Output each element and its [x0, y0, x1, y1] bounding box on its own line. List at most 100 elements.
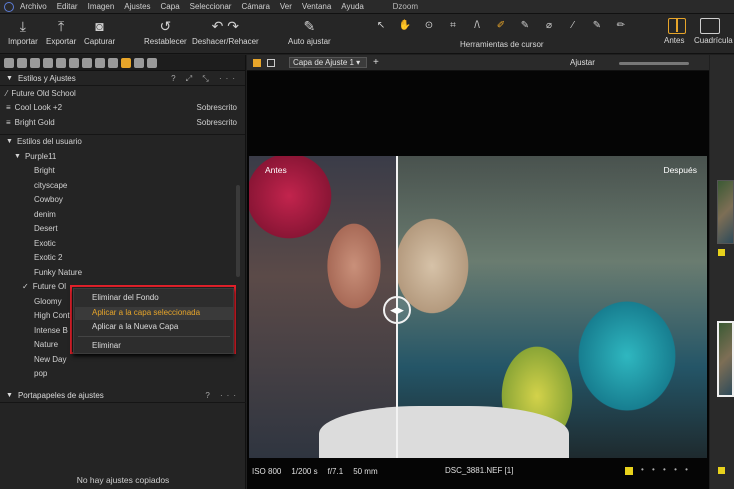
menu-seleccionar[interactable]: Seleccionar [190, 2, 232, 11]
color-tag-icon[interactable] [625, 467, 633, 475]
multi-view-icon[interactable] [267, 58, 275, 67]
style-item[interactable]: Cowboy [0, 193, 245, 208]
before-label: Antes [664, 36, 685, 45]
brush-tool-icon[interactable]: ✐ [491, 19, 511, 33]
filmstrip-thumbnail-selected[interactable] [717, 321, 734, 397]
local-tab-icon[interactable] [82, 57, 92, 68]
details-tab-icon[interactable] [69, 57, 79, 68]
picker-icon[interactable]: ⁄ [563, 19, 583, 33]
styles-panel-header[interactable]: ▼ Estilos y Ajustes ? ⤢ ⤡ ··· [0, 71, 245, 86]
info-tab-icon[interactable] [134, 57, 144, 68]
applied-style-name: Future Old School [11, 88, 76, 98]
single-view-icon[interactable] [253, 58, 261, 67]
annotate-icon[interactable]: ✏ [611, 19, 631, 33]
before-after-icon[interactable] [668, 18, 686, 34]
export-button[interactable]: ⤒ Exportar [46, 18, 76, 46]
style-item[interactable]: Bright [0, 164, 245, 179]
grid-label: Cuadrícula [694, 36, 733, 45]
clipboard-panel-actions[interactable]: ? ··· [205, 391, 240, 400]
styles-tab-icon[interactable] [121, 57, 131, 68]
collapse-caret-icon[interactable]: ▼ [6, 75, 13, 82]
collapse-caret-icon[interactable]: ▼ [6, 138, 13, 145]
before-after-button[interactable]: Antes [664, 36, 684, 45]
photo-subject-shirt [319, 406, 569, 458]
menu-ventana[interactable]: Ventana [302, 2, 331, 11]
crop-icon[interactable]: ⌗ [443, 19, 463, 33]
settings-tab-icon[interactable] [147, 57, 157, 68]
star-rating[interactable]: • • • • • [641, 465, 691, 474]
import-label: Importar [8, 37, 38, 46]
before-label: Antes [265, 165, 287, 175]
zoom-slider[interactable] [619, 62, 689, 65]
collapse-caret-icon[interactable]: ▼ [6, 392, 13, 399]
exposure-tab-icon[interactable] [56, 57, 66, 68]
menu-ver[interactable]: Ver [280, 2, 292, 11]
grid-button[interactable]: Cuadrícula [694, 36, 733, 45]
select-cursor-icon[interactable]: ↖ [371, 19, 391, 33]
clipboard-panel-header[interactable]: ▼ Portapapeles de ajustes ? ··· [0, 388, 246, 403]
style-item[interactable]: Exotic 2 [0, 251, 245, 266]
undo-redo-button[interactable]: ↶ ↷ Deshacer/Rehacer [192, 18, 259, 46]
import-button[interactable]: ⤓ Importar [8, 18, 38, 46]
ctx-delete[interactable]: Eliminar [92, 341, 121, 350]
add-layer-icon[interactable]: + [373, 57, 379, 68]
styles-scrollbar[interactable] [236, 185, 240, 277]
download-icon: ⤓ [19, 18, 26, 34]
style-item[interactable]: Exotic [0, 236, 245, 251]
style-item[interactable]: denim [0, 207, 245, 222]
applied-style-row[interactable]: ⁄ Future Old School [0, 86, 245, 101]
context-menu: Eliminar del Fondo Aplicar a la capa sel… [73, 288, 234, 354]
filmstrip-thumbnail[interactable] [717, 180, 734, 244]
menu-archivo[interactable]: Archivo [20, 2, 47, 11]
photo-preview[interactable]: ◀▶ Antes Después [249, 156, 707, 458]
split-handle-icon[interactable]: ◀▶ [383, 296, 411, 324]
user-styles-row[interactable]: ▼ Estilos del usuario [0, 135, 245, 150]
keystone-icon[interactable]: /\ [467, 19, 487, 33]
style-item[interactable]: cityscape [0, 178, 245, 193]
pan-hand-icon[interactable]: ✋ [395, 19, 415, 33]
menu-editar[interactable]: Editar [57, 2, 78, 11]
capture-button[interactable]: ◙ Capturar [84, 18, 115, 46]
layer-select[interactable]: Capa de Ajuste 1 ▾ [289, 57, 367, 68]
menu-camara[interactable]: Cámara [241, 2, 269, 11]
applied-style-status: Sobrescrito [196, 117, 237, 127]
style-item[interactable]: pop [0, 367, 245, 382]
menu-ayuda[interactable]: Ayuda [341, 2, 364, 11]
library-tab-icon[interactable] [4, 57, 14, 68]
ctx-apply-selected-layer[interactable]: Aplicar a la capa seleccionada [92, 308, 200, 317]
auto-adjust-button[interactable]: ✎ Auto ajustar [288, 18, 331, 46]
style-item[interactable]: New Day [0, 352, 245, 367]
star-tab-icon[interactable] [108, 57, 118, 68]
color-tag-icon [718, 467, 725, 474]
grid-icon[interactable] [700, 18, 720, 34]
style-group-label: Purple11 [24, 151, 57, 161]
lens-tab-icon[interactable] [30, 57, 40, 68]
style-item[interactable]: Funky Nature [0, 265, 245, 280]
ctx-apply-new-layer[interactable]: Aplicar a la Nueva Capa [92, 322, 178, 331]
menu-ajustes[interactable]: Ajustes [124, 2, 150, 11]
style-item[interactable]: Desert [0, 222, 245, 237]
styles-panel-actions[interactable]: ? ⤢ ⤡ ··· [171, 74, 239, 84]
stack-icon: ≡ [6, 103, 11, 113]
color-tab-icon[interactable] [43, 57, 53, 68]
ctx-remove-from-background[interactable]: Eliminar del Fondo [92, 293, 159, 302]
capture-tab-icon[interactable] [17, 57, 27, 68]
heal-icon[interactable]: ✎ [587, 19, 607, 33]
applied-style-row[interactable]: ≡ Cool Look +2 Sobrescrito [0, 101, 245, 116]
filmstrip [710, 55, 734, 489]
output-tab-icon[interactable] [95, 57, 105, 68]
style-group-row[interactable]: ▼ Purple11 [0, 149, 245, 164]
collapse-caret-icon[interactable]: ▼ [14, 153, 21, 160]
applied-style-row[interactable]: ≡ Bright Gold Sobrescrito [0, 115, 245, 130]
capture-label: Capturar [84, 37, 116, 46]
eraser-icon[interactable]: ✎ [515, 19, 535, 33]
viewer-bar: Capa de Ajuste 1 ▾ + Ajustar [247, 55, 709, 71]
checkmark-icon: ✓ [22, 282, 29, 292]
loupe-icon[interactable]: ⊙ [419, 19, 439, 33]
reset-button[interactable]: ↺ Restablecer [144, 18, 187, 46]
toolbar: ⤓ Importar ⤒ Exportar ◙ Capturar ↺ Resta… [0, 14, 734, 54]
stack-icon: ≡ [6, 117, 11, 127]
menu-capa[interactable]: Capa [161, 2, 180, 11]
menu-imagen[interactable]: Imagen [88, 2, 115, 11]
gradient-icon[interactable]: ⌀ [539, 19, 559, 33]
